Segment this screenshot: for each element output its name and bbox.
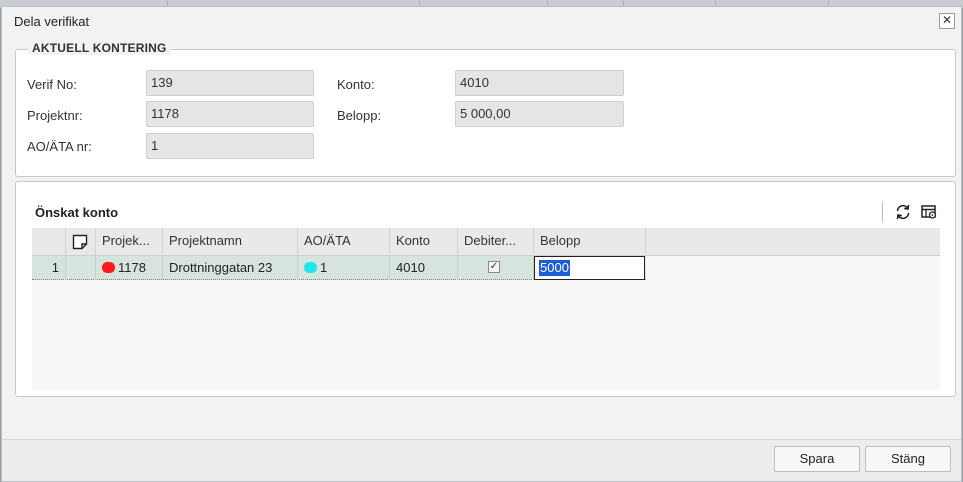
- refresh-icon[interactable]: [894, 203, 912, 221]
- cell-projekt[interactable]: 1178: [96, 256, 163, 280]
- konto-label: Konto:: [337, 77, 375, 92]
- column-header-debiteras[interactable]: Debiter...: [458, 228, 534, 256]
- verif-no-field[interactable]: 139: [146, 70, 314, 96]
- save-button[interactable]: Spara: [774, 446, 860, 472]
- projektnr-label: Projektnr:: [27, 108, 83, 123]
- belopp-field[interactable]: 5 000,00: [455, 101, 624, 127]
- grid-settings-icon[interactable]: [920, 203, 938, 221]
- cell-ao-ata-value: 1: [320, 260, 328, 275]
- verif-no-label: Verif No:: [27, 77, 77, 92]
- konto-field[interactable]: 4010: [455, 70, 624, 96]
- cell-konto[interactable]: 4010: [390, 256, 458, 280]
- column-header-ao-ata[interactable]: AO/ÄTA: [298, 228, 390, 256]
- desired-account-grid: Projek... Projektnamn AO/ÄTA Konto Debit…: [32, 228, 940, 390]
- note-icon: [72, 234, 88, 250]
- column-header-belopp[interactable]: Belopp: [534, 228, 646, 256]
- ao-ata-field[interactable]: 1: [146, 133, 314, 159]
- dialog-title: Dela verifikat: [14, 14, 90, 29]
- close-button[interactable]: Stäng: [865, 446, 951, 472]
- dialog-titlebar: Dela verifikat ✕: [2, 7, 961, 35]
- row-note-cell[interactable]: [66, 256, 96, 280]
- column-header-projekt[interactable]: Projek...: [96, 228, 163, 256]
- row-number: 1: [32, 256, 66, 280]
- current-posting-legend: AKTUELL KONTERING: [28, 41, 171, 55]
- grid-header: Projek... Projektnamn AO/ÄTA Konto Debit…: [32, 228, 940, 256]
- ao-ata-label: AO/ÄTA nr:: [27, 139, 92, 154]
- belopp-edit-input[interactable]: 5000: [534, 256, 645, 280]
- close-icon[interactable]: ✕: [939, 13, 955, 29]
- column-header-konto[interactable]: Konto: [390, 228, 458, 256]
- projektnr-field[interactable]: 1178: [146, 101, 314, 127]
- row-number-header: [32, 228, 66, 256]
- belopp-label: Belopp:: [337, 108, 382, 123]
- column-header-projektnamn[interactable]: Projektnamn: [163, 228, 298, 256]
- note-column-header[interactable]: [66, 228, 96, 256]
- debiteras-checkbox[interactable]: ✓: [488, 261, 500, 273]
- toolbar-divider: [882, 201, 883, 223]
- cell-ao-ata[interactable]: 1: [298, 256, 390, 280]
- ao-color-dot: [304, 262, 317, 273]
- projekt-color-dot: [102, 262, 115, 273]
- desired-account-title: Önskat konto: [35, 205, 119, 220]
- cell-debiteras[interactable]: ✓: [458, 256, 534, 280]
- dialog-footer: Spara Stäng: [2, 439, 961, 481]
- belopp-edit-value: 5000: [539, 260, 570, 276]
- cell-projektnamn[interactable]: Drottninggatan 23: [163, 256, 298, 280]
- desired-account-panel: Önskat konto Projek... Projektnamn AO/ÄT…: [15, 181, 956, 397]
- cell-projekt-value: 1178: [118, 260, 146, 275]
- split-voucher-dialog: Dela verifikat ✕ AKTUELL KONTERING Verif…: [1, 6, 962, 482]
